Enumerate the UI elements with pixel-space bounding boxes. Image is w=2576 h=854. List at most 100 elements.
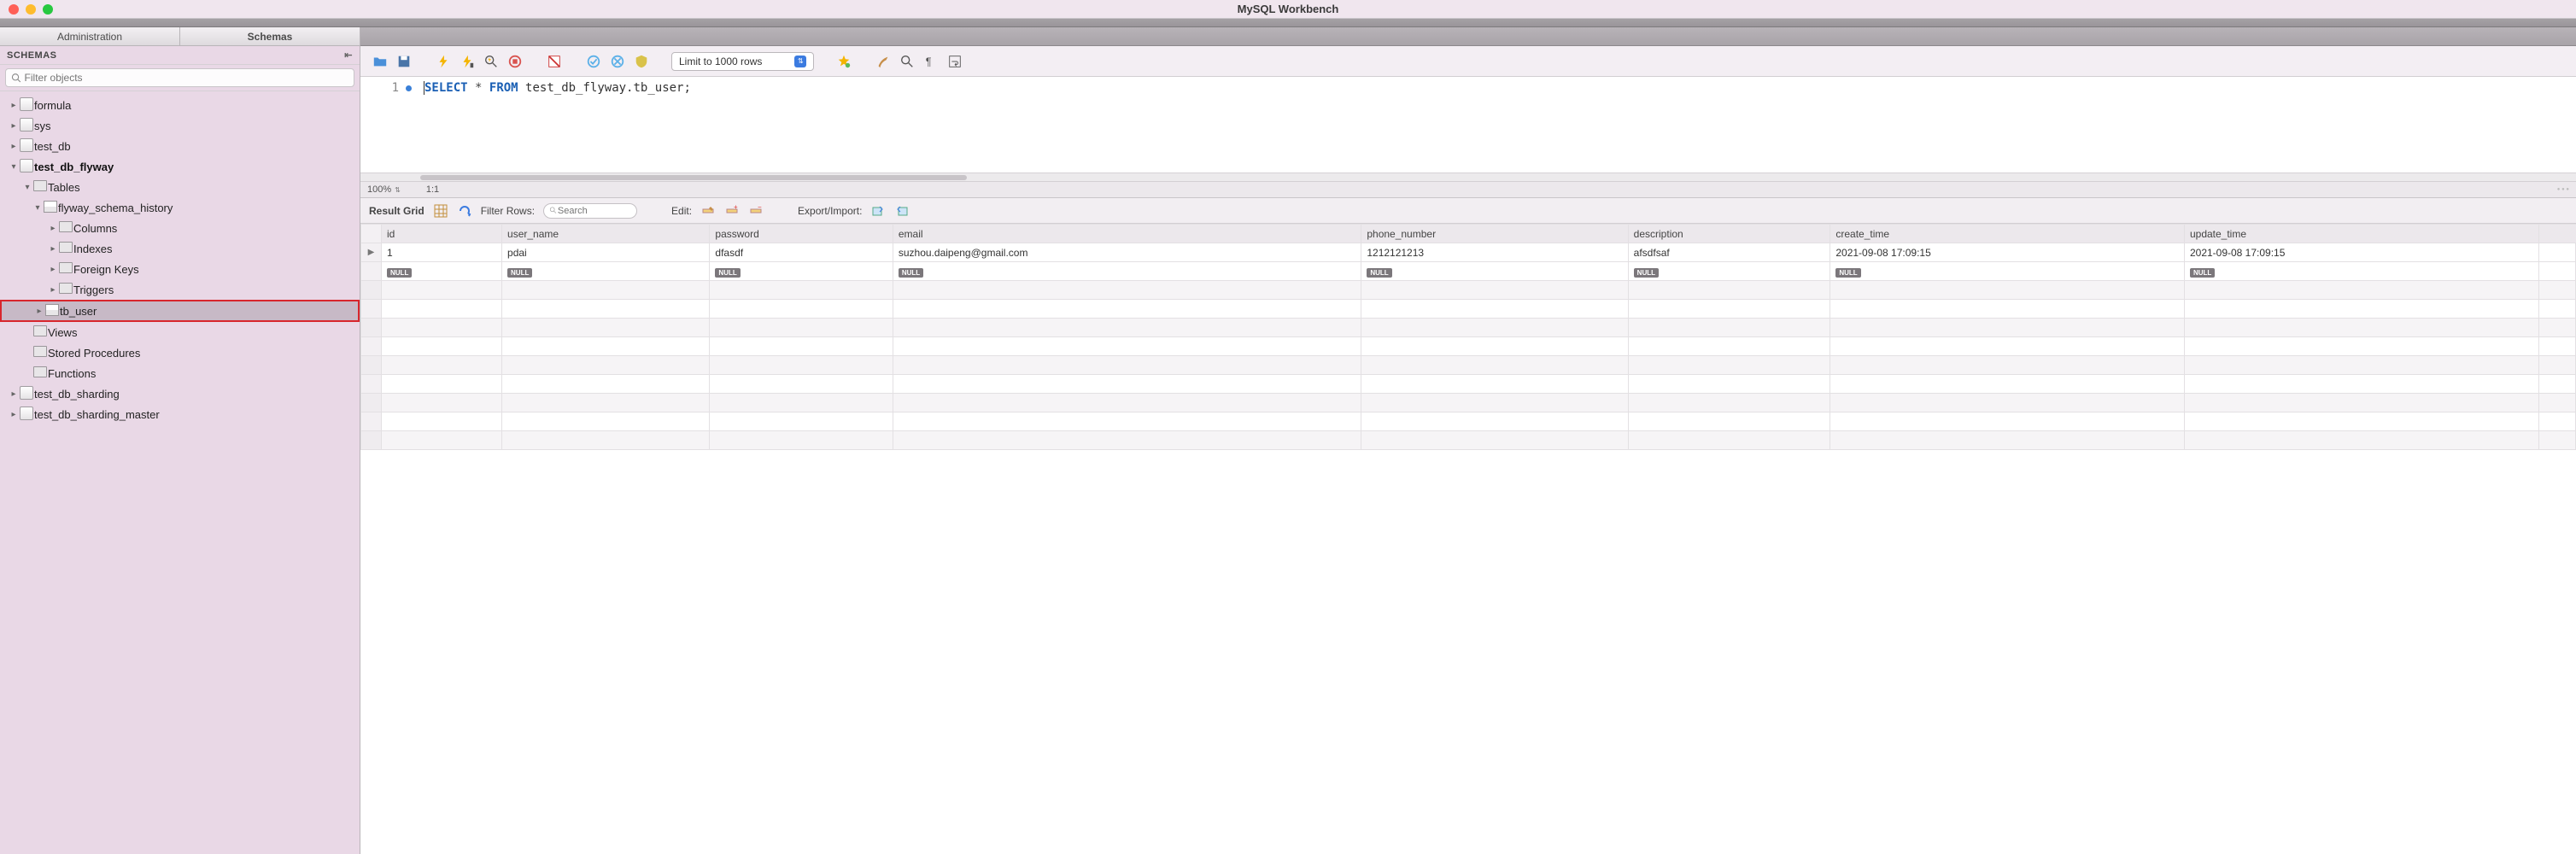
filter-objects-field[interactable]: [5, 68, 354, 87]
cell-spacer: [2538, 243, 2575, 262]
cell[interactable]: dfasdf: [710, 243, 893, 262]
window-controls: [9, 4, 53, 15]
cell-null[interactable]: NULL: [502, 262, 710, 281]
close-window-button[interactable]: [9, 4, 19, 15]
cell[interactable]: suzhou.daipeng@gmail.com: [893, 243, 1361, 262]
filter-objects-input[interactable]: [25, 72, 348, 84]
execute-all-button[interactable]: [434, 52, 453, 71]
rollback-button[interactable]: [608, 52, 627, 71]
schema-test-db-sharding-master[interactable]: ▸test_db_sharding_master: [0, 404, 360, 424]
word-wrap-button[interactable]: [946, 52, 964, 71]
cell[interactable]: pdai: [502, 243, 710, 262]
filter-rows-field[interactable]: [543, 203, 637, 219]
search-icon: [549, 206, 558, 215]
cell-null[interactable]: NULL: [2184, 262, 2538, 281]
table-flyway-schema-history[interactable]: ▾flyway_schema_history: [0, 197, 360, 218]
schema-formula[interactable]: ▸formula: [0, 95, 360, 115]
cursor-position: 1:1: [426, 184, 439, 195]
table-tb-user[interactable]: ▸tb_user: [0, 300, 360, 322]
col-update-time[interactable]: update_time: [2184, 225, 2538, 243]
beautify-button[interactable]: [834, 52, 853, 71]
toggle-whitespace-button[interactable]: ¶: [922, 52, 940, 71]
col-user-name[interactable]: user_name: [502, 225, 710, 243]
open-file-button[interactable]: [371, 52, 389, 71]
zoom-stepper-icon[interactable]: ⇅: [395, 186, 401, 194]
folder-icon: [58, 283, 73, 296]
node-indexes[interactable]: ▸Indexes: [0, 238, 360, 259]
col-email[interactable]: email: [893, 225, 1361, 243]
row-limit-select[interactable]: Limit to 1000 rows ⇅: [671, 52, 814, 71]
explain-button[interactable]: [482, 52, 501, 71]
resize-grip-icon[interactable]: ● ● ●: [2557, 187, 2569, 192]
row-handle[interactable]: [361, 262, 382, 281]
col-password[interactable]: password: [710, 225, 893, 243]
result-grid[interactable]: id user_name password email phone_number…: [360, 224, 2576, 854]
import-button[interactable]: [894, 203, 910, 219]
node-stored-procedures[interactable]: Stored Procedures: [0, 342, 360, 363]
col-id[interactable]: id: [382, 225, 502, 243]
col-phone-number[interactable]: phone_number: [1361, 225, 1628, 243]
schema-test-db[interactable]: ▸test_db: [0, 136, 360, 156]
commit-button[interactable]: [584, 52, 603, 71]
table-row-empty: [361, 281, 2576, 300]
delete-row-button[interactable]: −: [748, 203, 764, 219]
cell-null[interactable]: NULL: [1361, 262, 1628, 281]
row-handle[interactable]: ▶: [361, 243, 382, 262]
tab-schemas[interactable]: Schemas: [180, 27, 360, 45]
refresh-button[interactable]: [457, 203, 472, 219]
cell-null[interactable]: NULL: [1830, 262, 2185, 281]
filter-rows-input[interactable]: [558, 206, 631, 216]
node-functions[interactable]: Functions: [0, 363, 360, 383]
table-row-new[interactable]: NULL NULL NULL NULL NULL NULL NULL NULL: [361, 262, 2576, 281]
cell-null[interactable]: NULL: [1628, 262, 1830, 281]
tab-administration[interactable]: Administration: [0, 27, 180, 45]
sql-editor[interactable]: 1 SELECT * FROM test_db_flyway.tb_user;: [360, 77, 2576, 173]
editor-code[interactable]: SELECT * FROM test_db_flyway.tb_user;: [417, 77, 698, 173]
zoom-level: 100%: [367, 184, 391, 195]
cell-null[interactable]: NULL: [382, 262, 502, 281]
schema-tree: ▸formula ▸sys ▸test_db ▾test_db_flyway ▾…: [0, 91, 360, 854]
database-icon: [19, 138, 34, 155]
minimize-window-button[interactable]: [26, 4, 36, 15]
schema-test-db-sharding[interactable]: ▸test_db_sharding: [0, 383, 360, 404]
col-description[interactable]: description: [1628, 225, 1830, 243]
schema-test-db-flyway[interactable]: ▾test_db_flyway: [0, 156, 360, 177]
find-button[interactable]: [898, 52, 916, 71]
toggle-safeupdates-button[interactable]: [632, 52, 651, 71]
toggle-autocommit-button[interactable]: [545, 52, 564, 71]
node-views[interactable]: Views: [0, 322, 360, 342]
zoom-window-button[interactable]: [43, 4, 53, 15]
col-create-time[interactable]: create_time: [1830, 225, 2185, 243]
shield-icon: [634, 54, 649, 69]
database-icon: [19, 159, 34, 175]
cell-null[interactable]: NULL: [893, 262, 1361, 281]
cell[interactable]: 2021-09-08 17:09:15: [2184, 243, 2538, 262]
export-button[interactable]: [870, 203, 886, 219]
table-row-empty: [361, 300, 2576, 319]
node-foreign-keys[interactable]: ▸Foreign Keys: [0, 259, 360, 279]
stop-button[interactable]: [506, 52, 524, 71]
star-icon: [836, 54, 852, 69]
table-row[interactable]: ▶ 1 pdai dfasdf suzhou.daipeng@gmail.com…: [361, 243, 2576, 262]
commit-icon: [586, 54, 601, 69]
cell-null[interactable]: NULL: [710, 262, 893, 281]
grid-view-icon[interactable]: [433, 203, 448, 219]
cell[interactable]: afsdfsaf: [1628, 243, 1830, 262]
node-columns[interactable]: ▸Columns: [0, 218, 360, 238]
node-tables[interactable]: ▾Tables: [0, 177, 360, 197]
editor-statusbar: 100% ⇅ 1:1 ● ● ●: [360, 181, 2576, 198]
cell[interactable]: 1: [382, 243, 502, 262]
execute-current-button[interactable]: [458, 52, 477, 71]
scrollbar-thumb[interactable]: [420, 175, 967, 180]
collapse-sidebar-icon[interactable]: ⇤: [344, 50, 353, 61]
save-file-button[interactable]: [395, 52, 413, 71]
editor-horizontal-scrollbar[interactable]: [360, 173, 2576, 181]
brush-button[interactable]: [874, 52, 893, 71]
node-triggers[interactable]: ▸Triggers: [0, 279, 360, 300]
edit-row-button[interactable]: [700, 203, 716, 219]
cell[interactable]: 1212121213: [1361, 243, 1628, 262]
add-row-button[interactable]: +: [724, 203, 740, 219]
schema-sys[interactable]: ▸sys: [0, 115, 360, 136]
cell[interactable]: 2021-09-08 17:09:15: [1830, 243, 2185, 262]
folder-icon: [58, 262, 73, 276]
